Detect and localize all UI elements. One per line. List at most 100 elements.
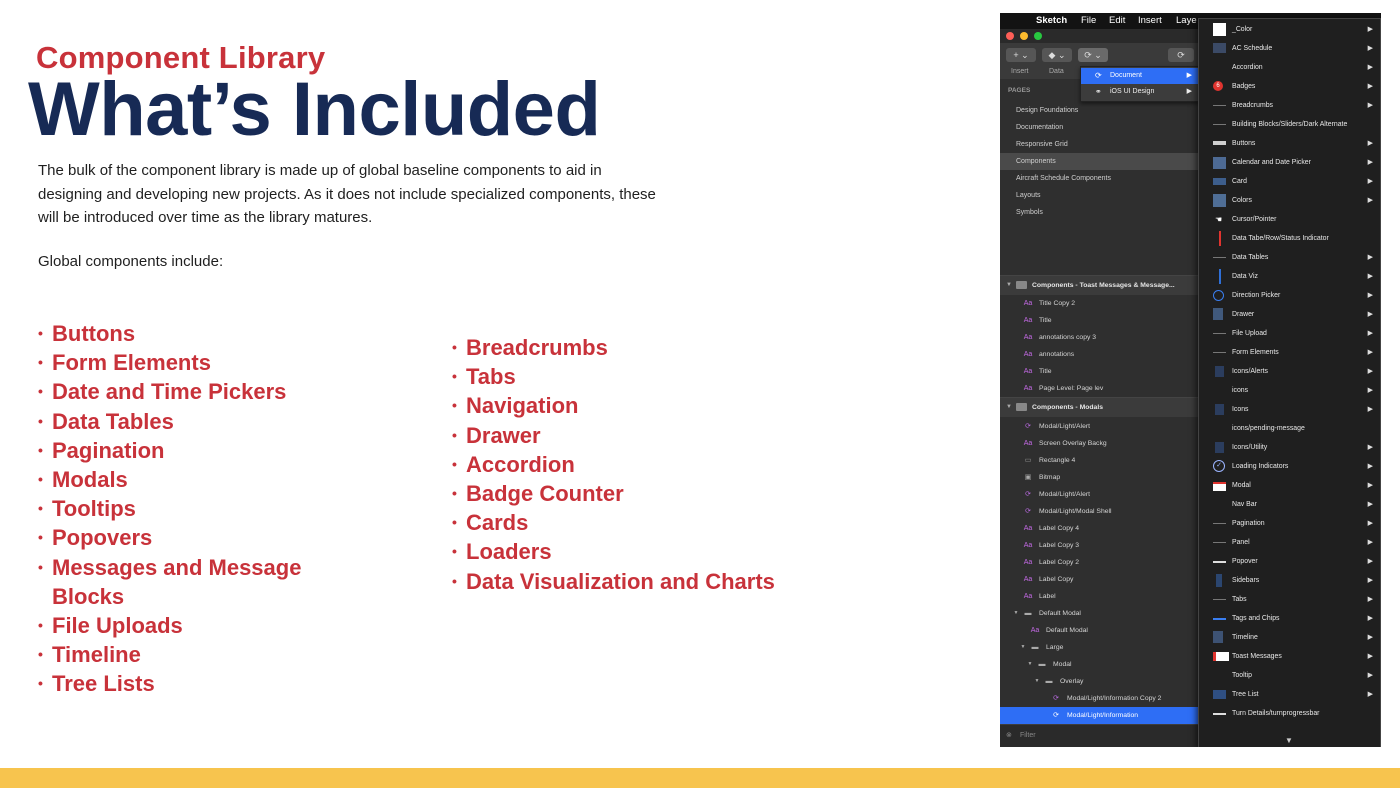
submenu-item-document[interactable]: ⟳ Document ▶ <box>1081 68 1198 84</box>
symbol-menu-item[interactable]: ☚ Cursor/Pointer <box>1199 210 1380 229</box>
component-name: Loaders <box>466 539 552 565</box>
menu-layer[interactable]: Laye <box>1176 15 1197 26</box>
menu-file[interactable]: File <box>1081 15 1096 26</box>
layer-row[interactable]: Aa Label Copy 2 <box>1000 554 1198 571</box>
symbol-menu-item[interactable]: Data Tables ▶ <box>1199 248 1380 267</box>
symbol-menu-item[interactable]: Icons/Utility ▶ <box>1199 438 1380 457</box>
page-item[interactable]: Documentation <box>1000 119 1198 136</box>
data-button[interactable]: ◆ ⌄ <box>1042 48 1072 62</box>
page-item[interactable]: Responsive Grid <box>1000 136 1198 153</box>
symbol-menu-item[interactable]: Breadcrumbs ▶ <box>1199 96 1380 115</box>
menu-edit[interactable]: Edit <box>1109 15 1125 26</box>
refresh-button[interactable]: ⟳ <box>1168 48 1194 62</box>
layer-row[interactable]: Aa Label <box>1000 588 1198 605</box>
bullet-icon: • <box>38 383 43 400</box>
symbol-menu-item[interactable]: _Color ▶ <box>1199 20 1380 39</box>
layer-row[interactable]: ⟳ Modal/Light/Modal Shell <box>1000 503 1198 520</box>
symbol-menu-item[interactable]: Direction Picker ▶ <box>1199 286 1380 305</box>
insert-button[interactable]: + ⌄ <box>1006 48 1036 62</box>
layer-row[interactable]: ▼ ▬ Modal <box>1000 656 1198 673</box>
symbol-menu-item[interactable]: Tree List ▶ <box>1199 685 1380 704</box>
bullet-icon: • <box>38 675 43 692</box>
symbol-menu-item[interactable]: icons/pending-message <box>1199 419 1380 438</box>
menu-insert[interactable]: Insert <box>1138 15 1162 26</box>
disclosure-icon[interactable]: ▼ <box>1017 639 1029 656</box>
disclosure-icon[interactable]: ▼ <box>1031 673 1043 690</box>
layer-row[interactable]: ▼ ▬ Overlay <box>1000 673 1198 690</box>
symbol-menu-item[interactable]: Buttons ▶ <box>1199 134 1380 153</box>
layer-row[interactable]: Aa Title <box>1000 312 1198 329</box>
symbol-menu-item[interactable]: Tabs ▶ <box>1199 590 1380 609</box>
layer-row[interactable]: Aa Title <box>1000 363 1198 380</box>
arrow-right-icon: ▶ <box>1367 539 1373 546</box>
symbol-menu-item[interactable]: Tags and Chips ▶ <box>1199 609 1380 628</box>
symbol-icon: ⟳ <box>1025 423 1031 430</box>
symbol-menu-item[interactable]: Form Elements ▶ <box>1199 343 1380 362</box>
page-item[interactable]: Layouts <box>1000 187 1198 204</box>
symbol-menu-item[interactable]: Panel ▶ <box>1199 533 1380 552</box>
symbol-menu-item[interactable]: Popover ▶ <box>1199 552 1380 571</box>
layer-row[interactable]: Aa Label Copy 3 <box>1000 537 1198 554</box>
layer-row[interactable]: ▭ Rectangle 4 <box>1000 452 1198 469</box>
zoom-window-icon[interactable] <box>1034 32 1042 40</box>
symbol-menu-item[interactable]: Toast Messages ▶ <box>1199 647 1380 666</box>
symbol-menu-item[interactable]: Timeline ▶ <box>1199 628 1380 647</box>
symbol-menu-item[interactable]: Calendar and Date Picker ▶ <box>1199 153 1380 172</box>
symbol-menu-item[interactable]: Sidebars ▶ <box>1199 571 1380 590</box>
layer-group-modals[interactable]: ▼ Components - Modals <box>1000 397 1198 417</box>
submenu-item-ios[interactable]: ⚭ iOS UI Design ▶ <box>1081 84 1198 100</box>
symbol-menu-item[interactable]: Colors ▶ <box>1199 191 1380 210</box>
symbol-menu-label: Panel <box>1232 539 1250 546</box>
symbol-menu-item[interactable]: Icons ▶ <box>1199 400 1380 419</box>
layer-row[interactable]: Aa Title Copy 2 <box>1000 295 1198 312</box>
layer-row[interactable]: ⟳ Modal/Light/Information Copy 2 <box>1000 690 1198 707</box>
layer-row[interactable]: Aa Screen Overlay Backg <box>1000 435 1198 452</box>
layer-row[interactable]: Aa Label Copy 4 <box>1000 520 1198 537</box>
layer-row[interactable]: ▣ Bitmap <box>1000 469 1198 486</box>
scroll-down-icon[interactable]: ▼ <box>1285 736 1293 745</box>
page-item[interactable]: Design Foundations <box>1000 102 1198 119</box>
symbol-menu-item[interactable]: ✓ Loading Indicators ▶ <box>1199 457 1380 476</box>
layer-row[interactable]: ⟳ Modal/Light/Information <box>1000 707 1198 724</box>
disclosure-icon[interactable]: ▼ <box>1006 276 1012 295</box>
layer-row[interactable]: ▼ ▬ Default Modal <box>1000 605 1198 622</box>
symbol-menu-item[interactable]: File Upload ▶ <box>1199 324 1380 343</box>
symbol-menu-item[interactable]: icons ▶ <box>1199 381 1380 400</box>
symbol-menu-item[interactable]: Card ▶ <box>1199 172 1380 191</box>
layer-row[interactable]: Aa Page Level: Page lev <box>1000 380 1198 397</box>
close-window-icon[interactable] <box>1006 32 1014 40</box>
layer-row[interactable]: ▼ ▬ Large <box>1000 639 1198 656</box>
disclosure-icon[interactable]: ▼ <box>1010 605 1022 622</box>
symbol-menu-item[interactable]: Modal ▶ <box>1199 476 1380 495</box>
layer-row[interactable]: Aa Default Modal <box>1000 622 1198 639</box>
layer-row[interactable]: Aa annotations copy 3 <box>1000 329 1198 346</box>
page-item[interactable]: Symbols <box>1000 204 1198 221</box>
symbol-menu-item[interactable]: Turn Details/turnprogressbar <box>1199 704 1380 723</box>
layer-row[interactable]: ⟳ Modal/Light/Alert <box>1000 486 1198 503</box>
symbol-menu-item[interactable]: 6 Badges ▶ <box>1199 77 1380 96</box>
layer-row[interactable]: Aa annotations <box>1000 346 1198 363</box>
page-item[interactable]: Aircraft Schedule Components <box>1000 170 1198 187</box>
arrow-right-icon: ▶ <box>1367 349 1373 356</box>
filter-bar[interactable]: ⊗ Filter <box>1000 724 1198 747</box>
symbol-menu-item[interactable]: Data Viz ▶ <box>1199 267 1380 286</box>
minimize-window-icon[interactable] <box>1020 32 1028 40</box>
disclosure-icon[interactable]: ▼ <box>1006 398 1012 417</box>
layer-row[interactable]: ⟳ Modal/Light/Alert <box>1000 418 1198 435</box>
page-item[interactable]: Components <box>1000 153 1198 170</box>
symbol-menu-item[interactable]: Drawer ▶ <box>1199 305 1380 324</box>
layer-group-toast[interactable]: ▼ Components - Toast Messages & Message.… <box>1000 275 1198 295</box>
layer-row[interactable]: Aa Label Copy <box>1000 571 1198 588</box>
symbol-menu-item[interactable]: Tooltip ▶ <box>1199 666 1380 685</box>
symbol-menu-item[interactable]: Pagination ▶ <box>1199 514 1380 533</box>
symbol-menu-item[interactable]: Accordion ▶ <box>1199 58 1380 77</box>
menu-app-name[interactable]: Sketch <box>1036 15 1067 26</box>
library-sync-button[interactable]: ⟳ ⌄ <box>1078 48 1108 62</box>
symbol-menu-item[interactable]: Nav Bar ▶ <box>1199 495 1380 514</box>
symbol-menu-item[interactable]: Icons/Alerts ▶ <box>1199 362 1380 381</box>
symbol-menu-item[interactable]: Building Blocks/Sliders/Dark Alternate <box>1199 115 1380 134</box>
symbol-menu-item[interactable]: Data Tabe/Row/Status Indicator <box>1199 229 1380 248</box>
symbol-menu-item[interactable]: AC Schedule ▶ <box>1199 39 1380 58</box>
component-list-item: • Breadcrumbs <box>452 333 812 362</box>
disclosure-icon[interactable]: ▼ <box>1024 656 1036 673</box>
